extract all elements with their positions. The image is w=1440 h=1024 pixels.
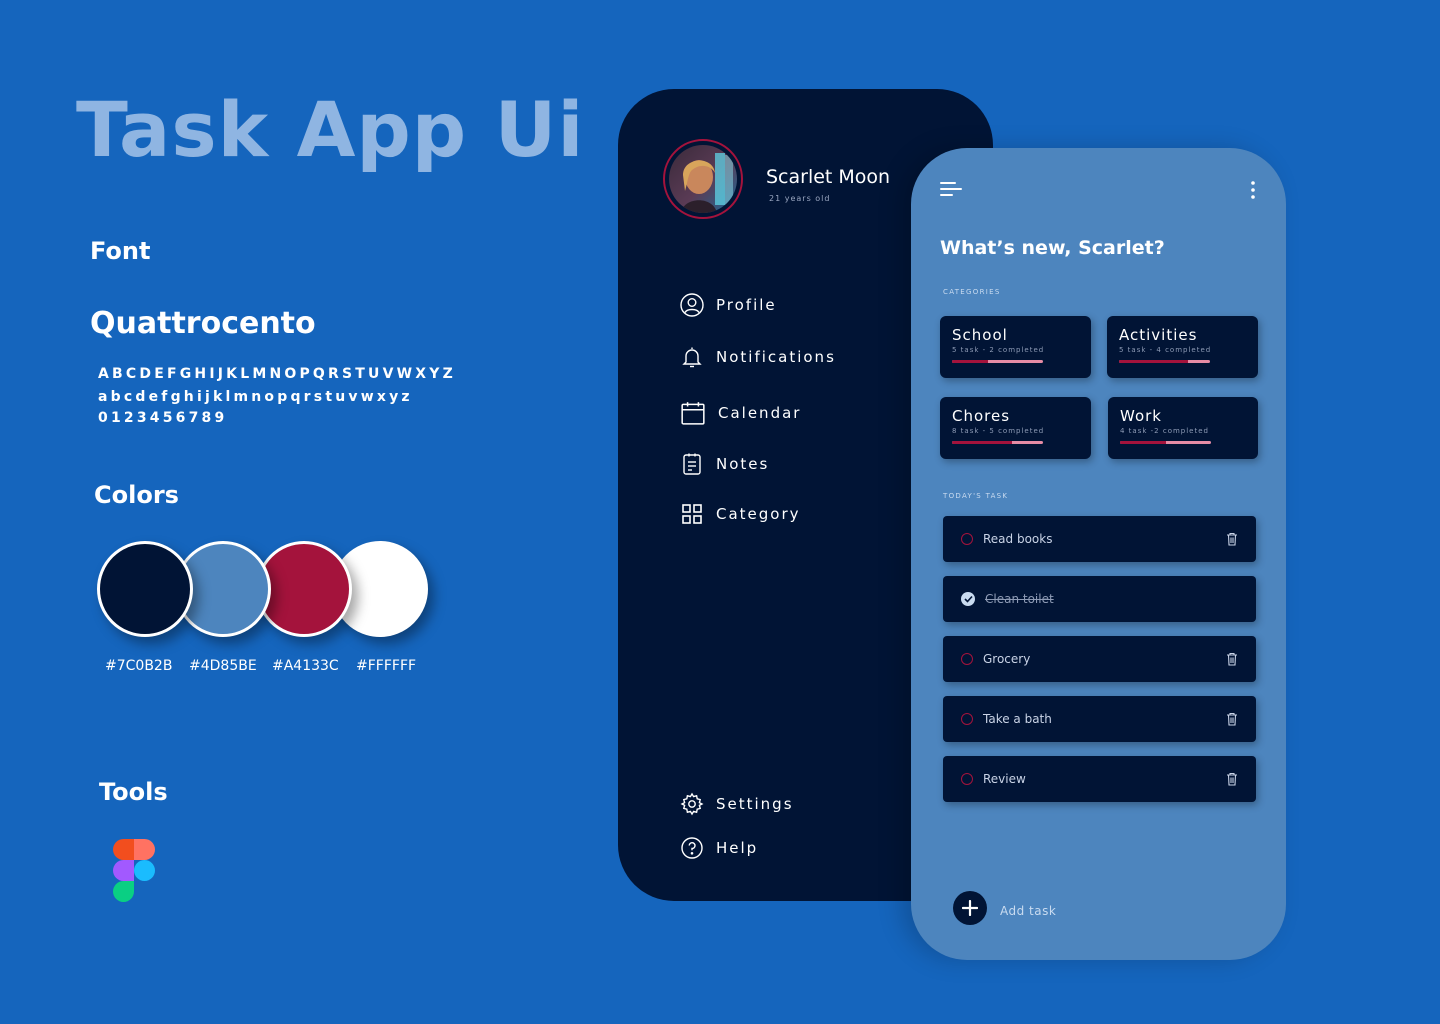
showcase-title: Task App Ui bbox=[76, 85, 585, 174]
bell-icon bbox=[682, 347, 702, 368]
task-label: Read books bbox=[983, 532, 1053, 546]
task-checkbox[interactable] bbox=[961, 713, 973, 725]
category-subtitle: 5 task - 2 completed bbox=[952, 346, 1045, 354]
grid-icon bbox=[682, 504, 702, 524]
category-progress-bar bbox=[952, 360, 1043, 363]
plus-icon bbox=[962, 900, 978, 916]
category-card-work[interactable]: Work 4 task -2 completed bbox=[1108, 397, 1258, 459]
category-card-school[interactable]: School 5 task - 2 completed bbox=[940, 316, 1091, 378]
task-label: Review bbox=[983, 772, 1026, 786]
color-swatch-navy bbox=[97, 541, 193, 637]
menu-item-label: Notifications bbox=[716, 348, 836, 366]
menu-item-profile[interactable]: Profile bbox=[680, 293, 777, 317]
trash-icon[interactable] bbox=[1226, 652, 1238, 666]
category-title: Activities bbox=[1119, 326, 1198, 344]
todays-task-label: TODAY'S TASK bbox=[943, 492, 1009, 500]
greeting-title: What’s new, Scarlet? bbox=[940, 237, 1165, 259]
task-item[interactable]: Review bbox=[943, 756, 1256, 802]
menu-item-label: Calendar bbox=[718, 404, 802, 422]
color-hex-label: #A4133C bbox=[272, 658, 339, 674]
task-checkbox-checked[interactable] bbox=[961, 592, 975, 606]
color-hex-label: #4D85BE bbox=[189, 658, 257, 674]
add-task-label[interactable]: Add task bbox=[1000, 904, 1056, 918]
user-age: 21 years old bbox=[769, 194, 831, 203]
user-name: Scarlet Moon bbox=[766, 166, 891, 188]
tools-heading: Tools bbox=[99, 778, 168, 806]
menu-item-notifications[interactable]: Notifications bbox=[680, 345, 836, 369]
category-progress-bar bbox=[952, 441, 1043, 444]
menu-item-notes[interactable]: Notes bbox=[680, 452, 769, 476]
category-progress-bar bbox=[1120, 441, 1211, 444]
color-hex-label: #7C0B2B bbox=[105, 658, 173, 674]
more-vertical-icon[interactable] bbox=[1248, 180, 1258, 200]
menu-item-label: Profile bbox=[716, 296, 777, 314]
task-item[interactable]: Clean toilet bbox=[943, 576, 1256, 622]
add-task-button[interactable] bbox=[953, 891, 987, 925]
category-subtitle: 4 task -2 completed bbox=[1120, 427, 1209, 435]
task-item[interactable]: Read books bbox=[943, 516, 1256, 562]
category-card-activities[interactable]: Activities 5 task - 4 completed bbox=[1107, 316, 1258, 378]
font-heading: Font bbox=[90, 237, 151, 265]
task-label: Grocery bbox=[983, 652, 1031, 666]
menu-item-calendar[interactable]: Calendar bbox=[680, 400, 801, 426]
category-title: Work bbox=[1120, 407, 1162, 425]
task-label: Take a bath bbox=[983, 712, 1052, 726]
alphabet-lowercase: abcdefghijklmnopqrstuvwxyz bbox=[98, 389, 413, 405]
menu-item-settings[interactable]: Settings bbox=[680, 792, 794, 816]
menu-item-label: Category bbox=[716, 505, 801, 523]
task-label: Clean toilet bbox=[985, 592, 1054, 606]
notes-icon bbox=[683, 453, 701, 475]
font-name: Quattrocento bbox=[90, 306, 316, 341]
trash-icon[interactable] bbox=[1226, 772, 1238, 786]
progress-fill bbox=[1119, 360, 1189, 363]
menu-item-label: Notes bbox=[716, 455, 770, 473]
category-subtitle: 8 task - 5 completed bbox=[952, 427, 1045, 435]
avatar[interactable] bbox=[663, 139, 743, 219]
trash-icon[interactable] bbox=[1226, 532, 1238, 546]
menu-item-label: Help bbox=[716, 839, 759, 857]
categories-label: CATEGORIES bbox=[943, 288, 1001, 296]
hamburger-menu-icon[interactable] bbox=[940, 181, 962, 197]
progress-fill bbox=[1120, 441, 1166, 444]
profile-photo bbox=[669, 145, 737, 213]
category-progress-bar bbox=[1119, 360, 1210, 363]
menu-item-help[interactable]: Help bbox=[680, 836, 758, 860]
user-circle-icon bbox=[680, 293, 704, 317]
calendar-icon bbox=[681, 402, 705, 425]
gear-icon bbox=[680, 792, 704, 816]
task-item[interactable]: Take a bath bbox=[943, 696, 1256, 742]
task-checkbox[interactable] bbox=[961, 653, 973, 665]
check-icon bbox=[963, 595, 973, 603]
task-checkbox[interactable] bbox=[961, 533, 973, 545]
help-circle-icon bbox=[681, 837, 703, 859]
digits: 0123456789 bbox=[98, 410, 228, 426]
menu-item-category[interactable]: Category bbox=[680, 502, 801, 526]
alphabet-uppercase: ABCDEFGHIJKLMNOPQRSTUVWXYZ bbox=[98, 366, 456, 382]
colors-heading: Colors bbox=[94, 481, 179, 509]
task-checkbox[interactable] bbox=[961, 773, 973, 785]
task-item[interactable]: Grocery bbox=[943, 636, 1256, 682]
category-card-chores[interactable]: Chores 8 task - 5 completed bbox=[940, 397, 1091, 459]
progress-fill bbox=[952, 360, 989, 363]
trash-icon[interactable] bbox=[1226, 712, 1238, 726]
color-hex-label: #FFFFFF bbox=[356, 658, 417, 674]
menu-item-label: Settings bbox=[716, 795, 794, 813]
progress-fill bbox=[952, 441, 1013, 444]
category-subtitle: 5 task - 4 completed bbox=[1119, 346, 1212, 354]
category-title: School bbox=[952, 326, 1008, 344]
category-title: Chores bbox=[952, 407, 1011, 425]
figma-logo-icon bbox=[113, 839, 155, 902]
